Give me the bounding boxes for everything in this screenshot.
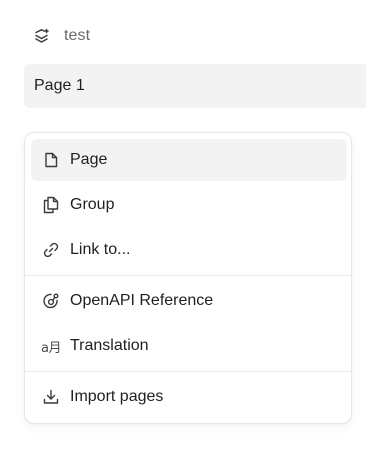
menu-item-openapi[interactable]: OpenAPI Reference [31, 280, 347, 322]
menu-divider [25, 275, 351, 276]
space-header[interactable]: test [32, 24, 90, 48]
menu-item-page[interactable]: Page [31, 139, 347, 181]
group-icon [41, 195, 61, 215]
link-icon [41, 240, 61, 260]
menu-item-label: Translation [70, 337, 149, 354]
translation-glyph: a月 [41, 340, 61, 356]
menu-item-link[interactable]: Link to... [31, 229, 347, 271]
menu-item-import[interactable]: Import pages [31, 376, 347, 418]
page-root: test Page 1 Page Group Link to... OpenAP… [0, 0, 366, 476]
menu-item-label: OpenAPI Reference [70, 292, 214, 309]
translation-icon: a月 [41, 336, 61, 356]
menu-item-group[interactable]: Group [31, 184, 347, 226]
import-icon [41, 387, 61, 407]
menu-item-label: Page [70, 151, 108, 168]
current-page-item[interactable]: Page 1 [24, 64, 366, 108]
current-page-label: Page 1 [34, 77, 85, 94]
menu-item-label: Import pages [70, 388, 164, 405]
space-name: test [64, 27, 91, 44]
openapi-icon [41, 291, 61, 311]
add-content-menu: Page Group Link to... OpenAPI Reference … [24, 132, 352, 424]
menu-divider [25, 371, 351, 372]
layers-sparkle-icon [32, 26, 52, 46]
page-icon [41, 150, 61, 170]
menu-item-label: Link to... [70, 241, 131, 258]
menu-item-translation[interactable]: a月 Translation [31, 325, 347, 367]
menu-item-label: Group [70, 196, 115, 213]
